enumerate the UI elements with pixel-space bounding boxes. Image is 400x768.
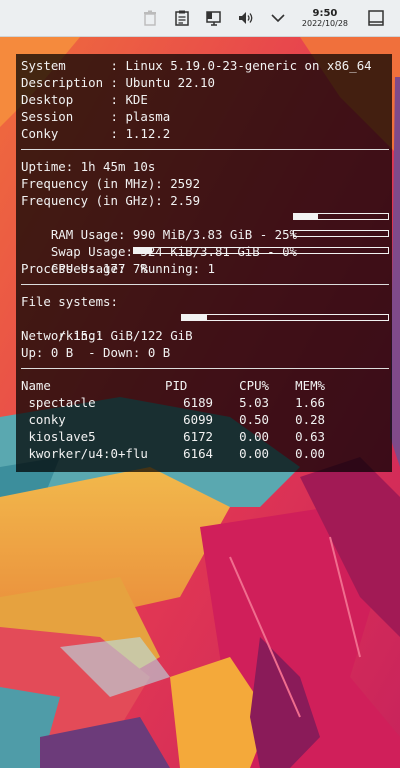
swap-usage-bar — [293, 230, 389, 237]
system-tray — [134, 9, 294, 27]
conky-panel: System : Linux 5.19.0-23-generic on x86_… — [16, 54, 392, 472]
process-table: spectacle 6189 5.03 1.66 conky 6099 0.50 0.28 … — [21, 394, 389, 462]
display-icon[interactable] — [205, 9, 223, 27]
network-speed-text: Up: 0 B - Down: 0 B — [21, 345, 171, 360]
frequency-ghz-text: Frequency (in GHz): 2.59 — [21, 193, 201, 208]
process-row: kioslave5 6172 0.00 0.63 — [21, 428, 389, 445]
volume-icon[interactable] — [237, 9, 255, 27]
networking-title: Networking: — [21, 328, 104, 343]
uptime-text: Uptime: 1h 45m 10s — [21, 159, 156, 174]
processes-text: Processes: 177 Running: 1 — [21, 261, 215, 276]
chevron-down-icon[interactable] — [269, 9, 287, 27]
filesystems-title: File systems: — [21, 294, 118, 309]
process-name: conky — [21, 412, 66, 427]
process-cpu: 0.50 — [239, 412, 269, 427]
divider — [21, 149, 389, 150]
root-fs-bar — [181, 314, 389, 321]
process-row: kworker/u4:0+flu 6164 0.00 0.00 — [21, 445, 389, 462]
ram-usage-bar — [293, 213, 389, 220]
ram-usage-fill — [294, 214, 318, 219]
swap-usage-row: Swap Usage: 524 KiB/3.81 GiB - 0% — [21, 226, 389, 259]
process-cpu: 0.00 — [239, 446, 269, 461]
process-name: kioslave5 — [21, 429, 96, 444]
process-mem: 0.00 — [295, 446, 325, 461]
divider — [21, 284, 389, 285]
col-pid-header: PID — [165, 378, 188, 393]
system-info-value: : 1.12.2 — [110, 126, 171, 141]
trash-icon[interactable] — [141, 9, 159, 27]
clock-time: 9:50 — [312, 7, 338, 19]
process-table-header: Name PID CPU% MEM% — [21, 377, 389, 394]
clock-date: 2022/10/28 — [301, 18, 348, 28]
cpu-usage-fill — [134, 248, 152, 253]
root-fs-fill — [182, 315, 207, 320]
system-info-row: Description : Ubuntu 22.10 — [21, 74, 389, 91]
system-info-label: Desktop — [21, 92, 104, 107]
process-mem: 1.66 — [295, 395, 325, 410]
process-pid: 6189 — [183, 395, 213, 410]
process-cpu: 0.00 — [239, 429, 269, 444]
process-row: spectacle 6189 5.03 1.66 — [21, 394, 389, 411]
system-info-value: : Linux 5.19.0-23-generic on x86_64 — [110, 58, 372, 73]
frequency-mhz-text: Frequency (in MHz): 2592 — [21, 176, 201, 191]
cpu-usage-bar — [133, 247, 389, 254]
col-mem-header: MEM% — [295, 378, 325, 393]
system-info-label: System — [21, 58, 104, 73]
system-info-row: Session : plasma — [21, 108, 389, 125]
process-pid: 6099 — [183, 412, 213, 427]
ram-usage-row: RAM Usage: 990 MiB/3.83 GiB - 25% — [21, 209, 389, 242]
clipboard-icon[interactable] — [173, 9, 191, 27]
process-name: spectacle — [21, 395, 96, 410]
system-info-label: Description — [21, 75, 104, 90]
system-info-row: Conky : 1.12.2 — [21, 125, 389, 142]
system-info-value: : KDE — [110, 92, 148, 107]
system-info-value: : Ubuntu 22.10 — [110, 75, 215, 90]
col-cpu-header: CPU% — [239, 378, 269, 393]
divider — [21, 368, 389, 369]
process-cpu: 5.03 — [239, 395, 269, 410]
process-mem: 0.63 — [295, 429, 325, 444]
top-panel: 9:50 2022/10/28 — [0, 0, 400, 37]
root-fs-row: / 15.1 GiB/122 GiB — [21, 310, 389, 343]
process-pid: 6172 — [183, 429, 213, 444]
col-name-header: Name — [21, 378, 51, 393]
system-info: System : Linux 5.19.0-23-generic on x86_… — [21, 57, 389, 142]
process-mem: 0.28 — [295, 412, 325, 427]
system-info-label: Session — [21, 109, 104, 124]
system-info-value: : plasma — [110, 109, 171, 124]
process-row: conky 6099 0.50 0.28 — [21, 411, 389, 428]
system-info-row: Desktop : KDE — [21, 91, 389, 108]
desktop-icon[interactable] — [367, 9, 385, 27]
digital-clock[interactable]: 9:50 2022/10/28 — [302, 8, 348, 29]
cpu-usage-row: CPU Usage: 7% — [21, 243, 389, 276]
process-name: kworker/u4:0+flu — [21, 446, 148, 461]
system-info-label: Conky — [21, 126, 104, 141]
system-info-row: System : Linux 5.19.0-23-generic on x86_… — [21, 57, 389, 74]
process-pid: 6164 — [183, 446, 213, 461]
